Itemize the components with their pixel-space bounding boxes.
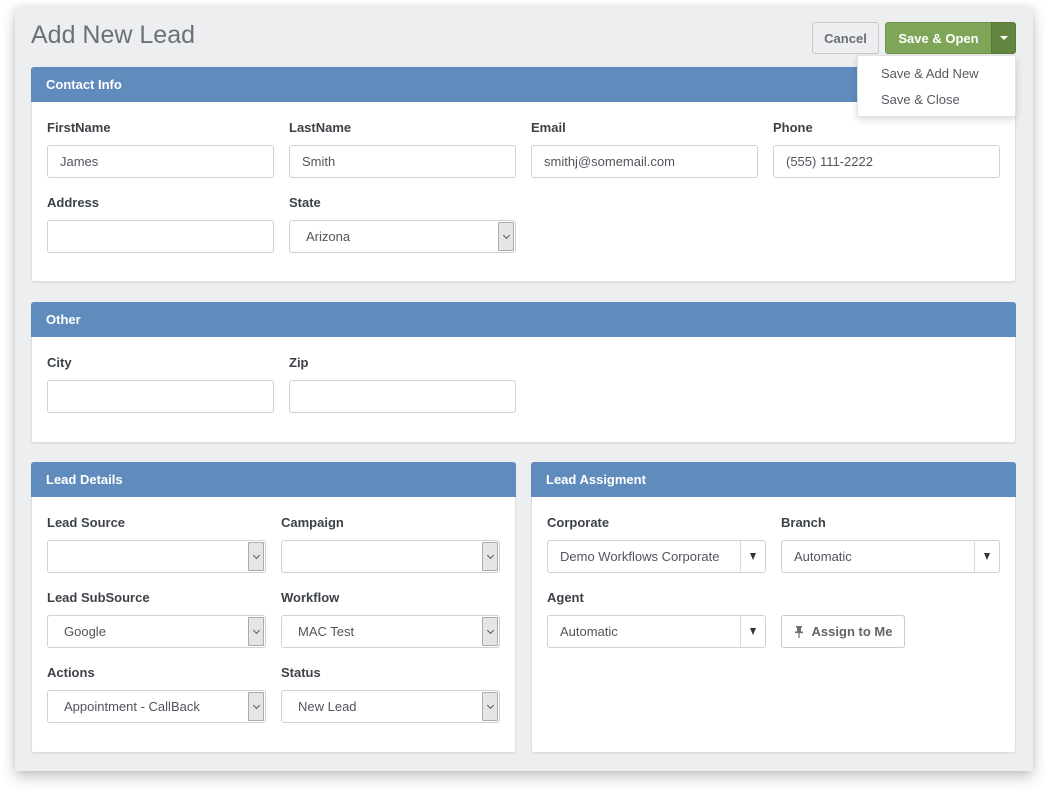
other-header: Other xyxy=(31,302,1016,337)
chevron-down-icon xyxy=(252,551,260,559)
corporate-select[interactable]: Demo Workflows Corporate xyxy=(547,540,766,573)
zip-input[interactable] xyxy=(289,380,516,413)
state-select[interactable]: Arizona xyxy=(289,220,516,253)
branch-label: Branch xyxy=(781,515,826,530)
last-name-label: LastName xyxy=(289,120,352,135)
lead-subsource-label: Lead SubSource xyxy=(47,590,150,605)
caret-down-icon xyxy=(999,36,1008,40)
actions-value: Appointment - CallBack xyxy=(64,699,200,714)
branch-field: Branch Automatic xyxy=(781,515,1000,573)
campaign-arrow[interactable] xyxy=(482,542,498,571)
cancel-button[interactable]: Cancel xyxy=(812,22,879,54)
page-container: Add New Lead Cancel Save & Open Save & A… xyxy=(15,7,1033,771)
other-panel: Other City Zip xyxy=(31,302,1016,443)
status-arrow[interactable] xyxy=(482,692,498,721)
lead-source-label: Lead Source xyxy=(47,515,126,530)
lead-details-header: Lead Details xyxy=(31,462,516,497)
lead-assignment-header: Lead Assigment xyxy=(531,462,1016,497)
status-select[interactable]: New Lead xyxy=(281,690,500,723)
page-title: Add New Lead xyxy=(31,21,196,49)
corporate-arrow[interactable] xyxy=(740,541,765,572)
email-label: Email xyxy=(531,120,566,135)
corporate-label: Corporate xyxy=(547,515,610,530)
agent-value: Automatic xyxy=(560,624,618,639)
workflow-arrow[interactable] xyxy=(482,617,498,646)
email-input[interactable] xyxy=(531,145,758,178)
status-field: Status New Lead xyxy=(281,665,500,723)
phone-label: Phone xyxy=(773,120,813,135)
save-and-open-button[interactable]: Save & Open xyxy=(885,22,992,54)
triangle-down-icon xyxy=(750,553,756,560)
lead-subsource-select[interactable]: Google xyxy=(47,615,266,648)
first-name-input[interactable] xyxy=(47,145,274,178)
chevron-down-icon xyxy=(486,701,494,709)
agent-label: Agent xyxy=(547,590,584,605)
assign-to-me-label: Assign to Me xyxy=(811,624,893,639)
first-name-field: FirstName xyxy=(47,120,274,178)
lead-subsource-field: Lead SubSource Google xyxy=(47,590,266,648)
branch-select[interactable]: Automatic xyxy=(781,540,1000,573)
corporate-field: Corporate Demo Workflows Corporate xyxy=(547,515,766,573)
lead-source-field: Lead Source xyxy=(47,515,266,573)
actions-arrow[interactable] xyxy=(248,692,264,721)
state-field: State Arizona xyxy=(289,195,516,253)
pushpin-icon xyxy=(794,625,803,638)
chevron-down-icon xyxy=(252,626,260,634)
workflow-select[interactable]: MAC Test xyxy=(281,615,500,648)
campaign-field: Campaign xyxy=(281,515,500,573)
actions-select[interactable]: Appointment - CallBack xyxy=(47,690,266,723)
lead-source-arrow[interactable] xyxy=(248,542,264,571)
lead-source-select[interactable] xyxy=(47,540,266,573)
lead-subsource-value: Google xyxy=(64,624,106,639)
status-value: New Lead xyxy=(298,699,357,714)
workflow-label: Workflow xyxy=(281,590,340,605)
chevron-down-icon xyxy=(502,231,510,239)
zip-label: Zip xyxy=(289,355,309,370)
save-options-dropdown-toggle[interactable] xyxy=(991,22,1016,54)
phone-field: Phone xyxy=(773,120,1000,178)
chevron-down-icon xyxy=(252,701,260,709)
address-label: Address xyxy=(47,195,100,210)
campaign-select[interactable] xyxy=(281,540,500,573)
save-options-menu: Save & Add New Save & Close xyxy=(857,55,1016,117)
corporate-value: Demo Workflows Corporate xyxy=(560,549,720,564)
address-field: Address xyxy=(47,195,274,253)
lead-subsource-arrow[interactable] xyxy=(248,617,264,646)
lead-assignment-panel: Lead Assigment Corporate Demo Workflows … xyxy=(531,462,1016,753)
phone-input[interactable] xyxy=(773,145,1000,178)
city-label: City xyxy=(47,355,72,370)
menu-item-save-close[interactable]: Save & Close xyxy=(858,89,1015,115)
address-input[interactable] xyxy=(47,220,274,253)
lead-details-panel: Lead Details Lead Source Campaign Lead S… xyxy=(31,462,516,753)
menu-item-save-add-new[interactable]: Save & Add New xyxy=(858,63,1015,89)
campaign-label: Campaign xyxy=(281,515,344,530)
last-name-field: LastName xyxy=(289,120,516,178)
chevron-down-icon xyxy=(486,626,494,634)
status-label: Status xyxy=(281,665,321,680)
branch-arrow[interactable] xyxy=(974,541,999,572)
agent-field: Agent Automatic xyxy=(547,590,766,648)
state-select-arrow[interactable] xyxy=(498,222,514,251)
city-field: City xyxy=(47,355,274,413)
assign-to-me-button[interactable]: Assign to Me xyxy=(781,615,905,648)
state-label: State xyxy=(289,195,321,210)
triangle-down-icon xyxy=(750,628,756,635)
chevron-down-icon xyxy=(486,551,494,559)
city-input[interactable] xyxy=(47,380,274,413)
branch-value: Automatic xyxy=(794,549,852,564)
actions-field: Actions Appointment - CallBack xyxy=(47,665,266,723)
email-field: Email xyxy=(531,120,758,178)
actions-label: Actions xyxy=(47,665,95,680)
state-select-value: Arizona xyxy=(306,229,351,244)
workflow-field: Workflow MAC Test xyxy=(281,590,500,648)
triangle-down-icon xyxy=(984,553,990,560)
last-name-input[interactable] xyxy=(289,145,516,178)
agent-select[interactable]: Automatic xyxy=(547,615,766,648)
first-name-label: FirstName xyxy=(47,120,111,135)
workflow-value: MAC Test xyxy=(298,624,355,639)
agent-arrow[interactable] xyxy=(740,616,765,647)
zip-field: Zip xyxy=(289,355,516,413)
